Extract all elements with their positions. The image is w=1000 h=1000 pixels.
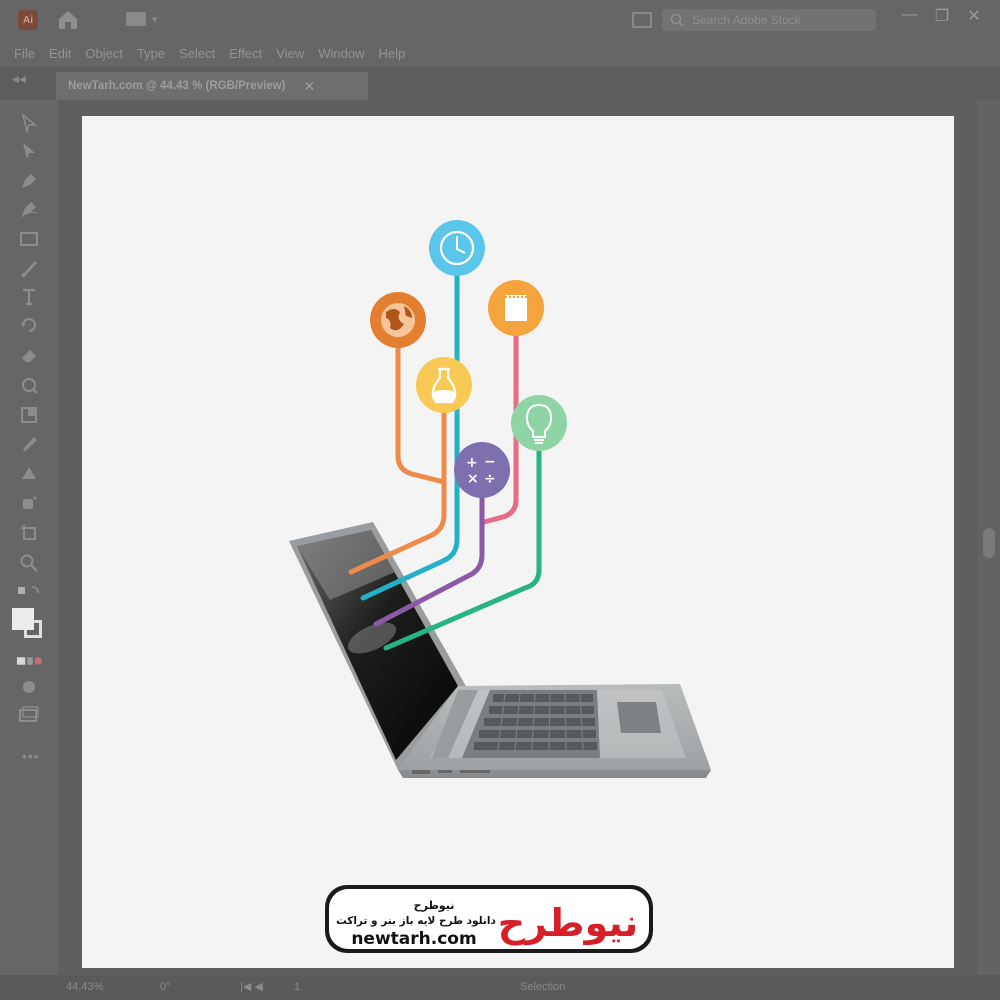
svg-text:×: × <box>467 471 479 487</box>
clock-icon <box>429 220 485 276</box>
laptop-illustration[interactable]: + − × ÷ <box>0 0 1000 1000</box>
svg-text:+: + <box>466 455 478 471</box>
notepad-icon <box>488 280 544 336</box>
artboard-nav-icon[interactable]: |◀ ◀ <box>240 980 263 993</box>
lightbulb-icon <box>511 395 567 451</box>
artboard-number[interactable]: 1 <box>294 981 300 993</box>
rotation-value[interactable]: 0° <box>160 981 171 993</box>
globe-icon <box>370 292 426 348</box>
watermark-logo: نیوطرح <box>498 901 638 945</box>
newtarh-watermark-badge: نیوطرح نیوطرح دانلود طرح لایه باز بنر و … <box>325 885 653 953</box>
watermark-tagline: دانلود طرح لایه باز بنر و تراکت <box>336 915 496 927</box>
zoom-level[interactable]: 44.43% <box>66 981 103 993</box>
math-symbols-icon: + − × ÷ <box>454 442 510 498</box>
flask-icon <box>416 357 472 413</box>
svg-text:÷: ÷ <box>484 471 496 487</box>
status-bar: 44.43% 0° |◀ ◀ 1 Selection <box>0 975 1000 1000</box>
watermark-title: نیوطرح <box>414 899 455 912</box>
touchpad <box>617 702 661 733</box>
watermark-url: newtarh.com <box>351 929 476 949</box>
svg-text:−: − <box>484 454 496 470</box>
current-tool-label: Selection <box>520 981 566 993</box>
